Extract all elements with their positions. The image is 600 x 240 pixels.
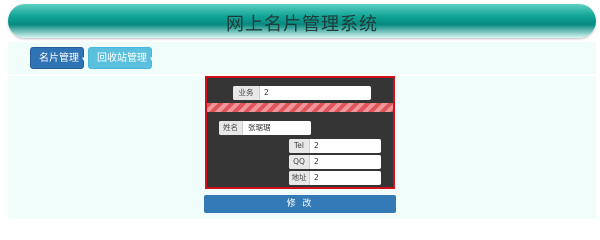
chevron-down-icon: ▾ <box>82 55 86 63</box>
chevron-down-icon: ▾ <box>150 55 154 63</box>
recycle-bin-menu-button[interactable]: 回收站管理 ▾ <box>88 47 154 69</box>
card-management-menu-button[interactable]: 名片管理 ▾ <box>30 47 86 69</box>
app-header: 网上名片管理系统 <box>8 4 596 38</box>
modify-button[interactable]: 修 改 <box>204 195 396 213</box>
tel-label: Tel <box>289 139 310 153</box>
decorative-stripe <box>207 103 393 112</box>
business-field[interactable]: 业务 2 <box>233 86 371 100</box>
business-label: 业务 <box>233 86 260 100</box>
business-card-form: 业务 2 姓名 张琚琚 Tel 2 QQ 2 地址 2 <box>205 76 395 189</box>
qq-label: QQ <box>289 155 310 169</box>
tel-field[interactable]: Tel 2 <box>289 139 381 153</box>
page-title: 网上名片管理系统 <box>226 14 378 35</box>
qq-field[interactable]: QQ 2 <box>289 155 381 169</box>
nav-bar: 名片管理 ▾ 回收站管理 ▾ <box>8 42 596 74</box>
name-value: 张琚琚 <box>248 123 271 132</box>
address-value: 2 <box>314 173 319 182</box>
address-field[interactable]: 地址 2 <box>289 171 381 185</box>
business-value: 2 <box>264 88 269 97</box>
tel-value: 2 <box>314 141 319 150</box>
name-field[interactable]: 姓名 张琚琚 <box>219 121 311 135</box>
qq-value: 2 <box>314 157 319 166</box>
name-label: 姓名 <box>219 121 243 135</box>
card-management-label: 名片管理 <box>39 53 79 64</box>
address-label: 地址 <box>289 171 310 185</box>
recycle-bin-label: 回收站管理 <box>97 53 147 64</box>
